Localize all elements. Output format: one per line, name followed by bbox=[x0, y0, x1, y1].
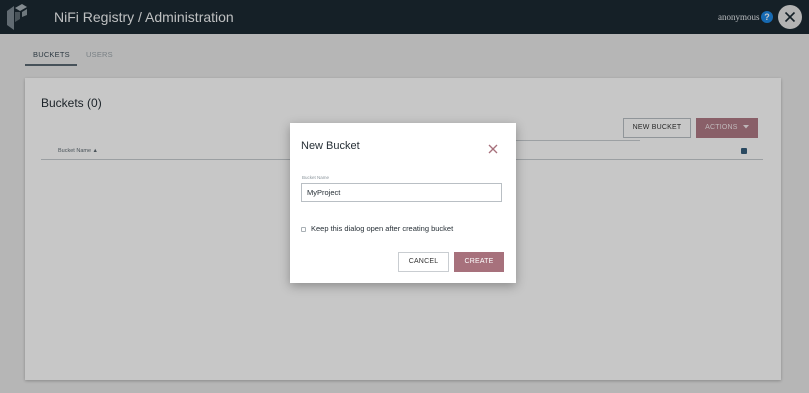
dialog-close-button[interactable] bbox=[488, 141, 498, 154]
cancel-button[interactable]: CANCEL bbox=[398, 252, 449, 272]
dialog-title: New Bucket bbox=[301, 140, 360, 152]
close-icon bbox=[488, 144, 498, 154]
keep-open-label[interactable]: Keep this dialog open after creating buc… bbox=[311, 224, 453, 233]
new-bucket-dialog: New Bucket Bucket Name MyProject Keep th… bbox=[290, 123, 516, 283]
keep-open-checkbox[interactable] bbox=[301, 227, 306, 232]
bucket-name-input[interactable]: MyProject bbox=[301, 183, 502, 202]
create-button[interactable]: CREATE bbox=[454, 252, 504, 272]
bucket-name-label: Bucket Name bbox=[302, 175, 330, 180]
